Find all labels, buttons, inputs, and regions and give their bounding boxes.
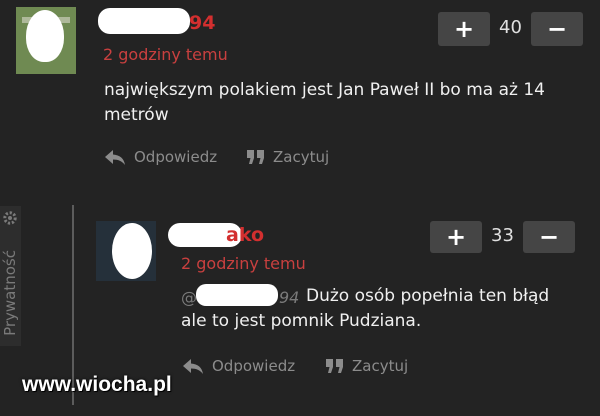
watermark: www.wiocha.pl xyxy=(22,373,172,396)
username-redaction xyxy=(98,8,190,34)
quote-button[interactable]: Zacytuj xyxy=(246,148,329,166)
reply-button[interactable]: Odpowiedz xyxy=(181,357,295,375)
upvote-button[interactable]: + xyxy=(438,12,490,46)
reply-label: Odpowiedz xyxy=(134,148,218,166)
avatar[interactable] xyxy=(16,7,76,74)
username[interactable]: ako xyxy=(226,224,264,246)
downvote-button[interactable]: − xyxy=(531,12,583,46)
timestamp[interactable]: 2 godziny temu xyxy=(103,45,228,64)
quote-label: Zacytuj xyxy=(352,357,409,375)
timestamp[interactable]: 2 godziny temu xyxy=(181,254,306,273)
upvote-button[interactable]: + xyxy=(430,221,482,253)
gear-icon xyxy=(3,211,17,225)
quote-icon xyxy=(247,150,264,164)
reply-button[interactable]: Odpowiedz xyxy=(103,148,217,166)
reply-arrow-icon xyxy=(105,150,125,165)
username[interactable]: 94 xyxy=(189,12,215,34)
downvote-button[interactable]: − xyxy=(523,221,575,253)
comment-text: Dużo osób popełnia ten błąd ale to jest … xyxy=(181,286,550,331)
quote-label: Zacytuj xyxy=(273,148,330,166)
reply-label: Odpowiedz xyxy=(212,357,296,375)
privacy-label: Prywatność xyxy=(1,250,19,336)
reply-arrow-icon xyxy=(183,359,203,374)
vote-count: 40 xyxy=(499,17,522,38)
comment-text: największym polakiem jest Jan Paweł II b… xyxy=(104,80,545,125)
quote-button[interactable]: Zacytuj xyxy=(325,357,408,375)
avatar[interactable] xyxy=(96,221,156,281)
vote-count: 33 xyxy=(491,225,514,246)
quote-icon xyxy=(326,359,343,373)
privacy-tab[interactable]: Prywatność xyxy=(0,206,21,346)
